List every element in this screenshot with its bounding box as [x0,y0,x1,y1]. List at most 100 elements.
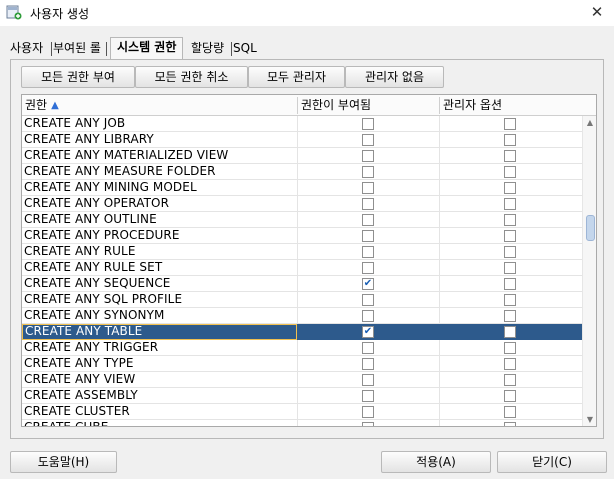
table-row[interactable]: CREATE ANY VIEW [22,372,582,388]
granted-checkbox[interactable] [362,342,374,354]
tab-quotas[interactable]: 할당량 [191,39,224,59]
table-row[interactable]: CREATE ANY MEASURE FOLDER [22,164,582,180]
column-divider [439,180,440,196]
column-divider [297,372,298,388]
title-bar: 사용자 생성 ✕ [0,0,614,26]
admin-option-checkbox[interactable] [504,310,516,322]
granted-checkbox[interactable] [362,134,374,146]
table-row[interactable]: CREATE ANY RULE [22,244,582,260]
column-header-privilege[interactable]: 권한 ▲ [22,95,297,116]
admin-option-checkbox[interactable] [504,326,516,338]
tab-divider [231,42,232,56]
admin-option-checkbox[interactable] [504,358,516,370]
scroll-down-arrow-icon[interactable]: ▼ [583,413,596,426]
table-row[interactable]: CREATE CLUSTER [22,404,582,420]
granted-checkbox[interactable]: ✔ [362,278,374,290]
admin-option-checkbox[interactable] [504,246,516,258]
table-row[interactable]: CREATE ANY OPERATOR [22,196,582,212]
granted-checkbox[interactable] [362,230,374,242]
admin-option-checkbox[interactable] [504,422,516,426]
column-divider [297,388,298,404]
granted-checkbox[interactable] [362,182,374,194]
admin-option-checkbox[interactable] [504,198,516,210]
close-window-button[interactable]: ✕ [580,0,614,26]
admin-option-checkbox[interactable] [504,166,516,178]
column-divider [297,340,298,356]
scroll-up-arrow-icon[interactable]: ▲ [583,116,596,130]
column-divider [439,196,440,212]
granted-checkbox[interactable]: ✔ [362,326,374,338]
table-row[interactable]: CREATE ANY MATERIALIZED VIEW [22,148,582,164]
column-divider [297,324,298,340]
apply-button[interactable]: 적용(A) [381,451,491,473]
all-admin-button[interactable]: 모두 관리자 [248,66,345,88]
column-divider [439,340,440,356]
granted-checkbox[interactable] [362,246,374,258]
column-divider [297,308,298,324]
granted-checkbox[interactable] [362,118,374,130]
table-row[interactable]: CREATE ANY OUTLINE [22,212,582,228]
tab-granted-roles[interactable]: 부여된 롤 [53,39,101,59]
table-row[interactable]: CREATE ANY SEQUENCE ✔ [22,276,582,292]
privilege-name: CREATE ANY SEQUENCE [24,276,171,290]
table-row[interactable]: CREATE ANY TABLE ✔ [22,324,582,340]
admin-option-checkbox[interactable] [504,262,516,274]
granted-checkbox[interactable] [362,166,374,178]
admin-option-checkbox[interactable] [504,182,516,194]
table-row[interactable]: CREATE ASSEMBLY [22,388,582,404]
granted-checkbox[interactable] [362,358,374,370]
column-header-admin[interactable]: 관리자 옵션 [440,95,582,116]
privilege-name: CREATE ASSEMBLY [24,388,138,402]
table-row[interactable]: CREATE ANY MINING MODEL [22,180,582,196]
table-row[interactable]: CREATE CUBE [22,420,582,426]
privileges-table: 권한 ▲ 권한이 부여됨 관리자 옵션 CREATE ANY JOB CREATE … [21,94,597,427]
table-row[interactable]: CREATE ANY RULE SET [22,260,582,276]
help-button[interactable]: 도움말(H) [10,451,117,473]
table-row[interactable]: CREATE ANY TYPE [22,356,582,372]
admin-option-checkbox[interactable] [504,134,516,146]
privilege-name: CREATE ANY PROCEDURE [24,228,180,242]
table-row[interactable]: CREATE ANY LIBRARY [22,132,582,148]
granted-checkbox[interactable] [362,390,374,402]
tab-divider [51,42,52,56]
granted-checkbox[interactable] [362,310,374,322]
admin-option-checkbox[interactable] [504,390,516,402]
close-button[interactable]: 닫기(C) [497,451,607,473]
tab-sql[interactable]: SQL [233,39,257,59]
revoke-all-button[interactable]: 모든 권한 취소 [135,66,248,88]
table-header: 권한 ▲ 권한이 부여됨 관리자 옵션 [22,95,596,116]
table-row[interactable]: CREATE ANY SYNONYM [22,308,582,324]
admin-option-checkbox[interactable] [504,374,516,386]
granted-checkbox[interactable] [362,374,374,386]
column-divider [439,132,440,148]
table-row[interactable]: CREATE ANY JOB [22,116,582,132]
admin-option-checkbox[interactable] [504,342,516,354]
table-row[interactable]: CREATE ANY PROCEDURE [22,228,582,244]
column-header-granted[interactable]: 권한이 부여됨 [298,95,439,116]
admin-option-checkbox[interactable] [504,278,516,290]
admin-option-checkbox[interactable] [504,406,516,418]
granted-checkbox[interactable] [362,262,374,274]
granted-checkbox[interactable] [362,406,374,418]
app-icon [6,5,22,20]
table-row[interactable]: CREATE ANY TRIGGER [22,340,582,356]
no-admin-button[interactable]: 관리자 없음 [345,66,444,88]
tab-user[interactable]: 사용자 [10,39,43,59]
admin-option-checkbox[interactable] [504,230,516,242]
granted-checkbox[interactable] [362,150,374,162]
scrollbar-thumb[interactable] [586,215,595,241]
admin-option-checkbox[interactable] [504,214,516,226]
granted-checkbox[interactable] [362,214,374,226]
granted-checkbox[interactable] [362,198,374,210]
table-row[interactable]: CREATE ANY SQL PROFILE [22,292,582,308]
admin-option-checkbox[interactable] [504,150,516,162]
grant-all-button[interactable]: 모든 권한 부여 [21,66,135,88]
column-divider [297,420,298,426]
tab-system-privileges[interactable]: 시스템 권한 [110,37,184,59]
admin-option-checkbox[interactable] [504,118,516,130]
granted-checkbox[interactable] [362,422,374,426]
admin-option-checkbox[interactable] [504,294,516,306]
tab-divider [106,42,107,56]
vertical-scrollbar[interactable]: ▲ ▼ [582,116,596,426]
granted-checkbox[interactable] [362,294,374,306]
